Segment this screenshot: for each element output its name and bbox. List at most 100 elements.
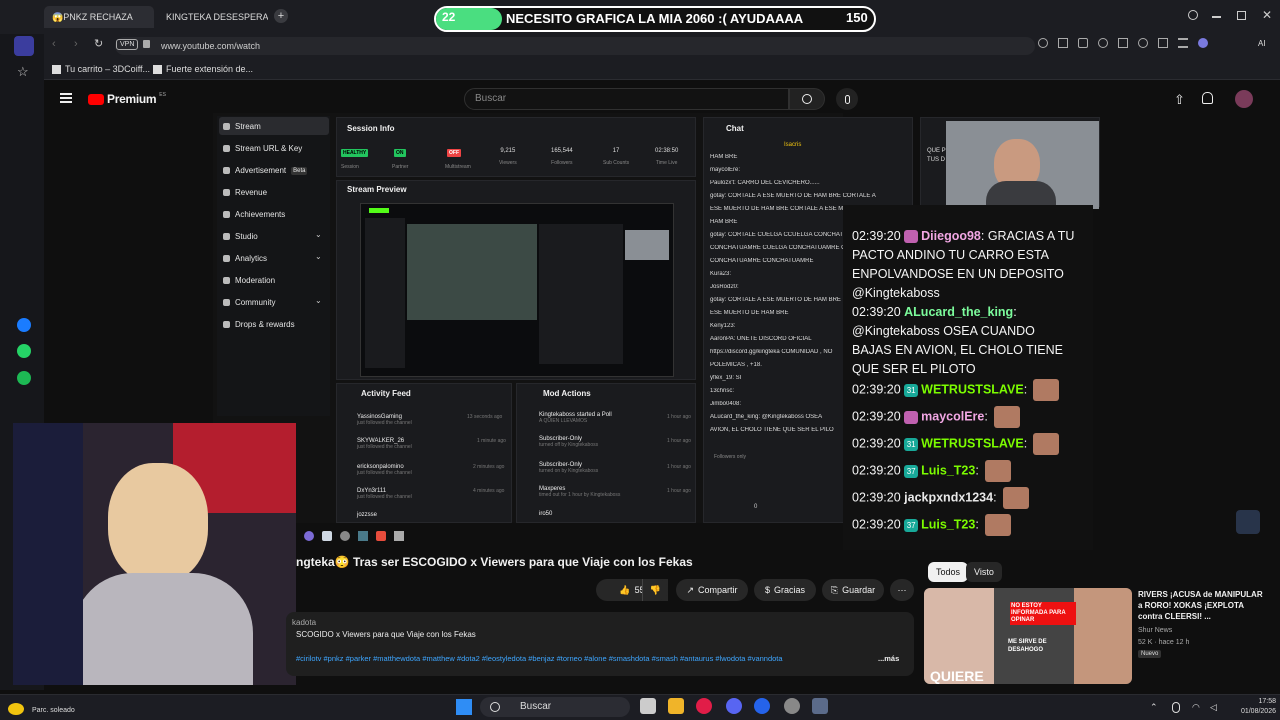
recommended-channel[interactable]: Shur News (1138, 627, 1172, 634)
discord-icon[interactable] (726, 698, 742, 714)
star-icon[interactable]: ☆ (17, 64, 29, 80)
search-icon (490, 702, 500, 712)
back-icon[interactable]: ‹ (52, 38, 56, 50)
shield-icon[interactable] (1098, 38, 1108, 48)
youtube-logo[interactable]: Premium ES (88, 92, 166, 106)
description-hashtags[interactable]: #cirilotv #pnkz #parker #matthewdota #ma… (296, 654, 874, 663)
chip-all[interactable]: Todos (928, 562, 969, 582)
task-view-icon[interactable] (640, 698, 656, 714)
taskbar-search[interactable]: Buscar (480, 697, 630, 717)
address-field[interactable]: www.youtube.com/watch (115, 37, 1035, 55)
maximize-icon[interactable] (1237, 11, 1246, 20)
extension-icon[interactable] (358, 531, 368, 541)
wifi-icon[interactable]: ◠ (1192, 702, 1200, 713)
chat-username[interactable]: maycolEre (921, 409, 984, 423)
extension-icon[interactable] (394, 531, 404, 541)
sidebar-item-studio[interactable]: Studio (223, 232, 258, 241)
play-icon[interactable] (1118, 38, 1128, 48)
whatsapp-icon[interactable] (17, 344, 31, 358)
extension-icon[interactable] (322, 531, 332, 541)
sidebar-item-analytics[interactable]: Analytics (223, 254, 267, 263)
sidebar-item-stream-url[interactable]: Stream URL & Key (223, 144, 302, 153)
tray-chevron-icon[interactable]: ⌃ (1150, 702, 1158, 713)
stream-preview-video[interactable] (360, 203, 674, 377)
sidebar-item-stream[interactable]: Stream (223, 122, 261, 131)
file-explorer-icon[interactable] (668, 698, 684, 714)
weather-icon[interactable] (8, 703, 24, 715)
edit-icon[interactable] (1058, 38, 1068, 48)
save-button[interactable]: ⎘ Guardar (822, 579, 884, 601)
big-chat-line: 02:39:20 37 Luis_T23: (852, 460, 1011, 482)
spotify-icon[interactable] (17, 371, 31, 385)
ai-label[interactable]: AI (1258, 39, 1266, 48)
opera-taskbar-icon[interactable] (696, 698, 712, 714)
sidebar-item-advertisement[interactable]: Advertisement Beta (223, 166, 308, 175)
floating-avatar-icon[interactable] (1236, 510, 1260, 534)
windows-start-icon[interactable] (456, 699, 472, 715)
clock-date[interactable]: 01/08/2026 (1228, 708, 1276, 715)
more-actions-button[interactable]: ⋯ (890, 579, 914, 601)
chat-username[interactable]: Diiegoo98 (921, 229, 981, 243)
chat-username[interactable]: ALucard_the_king (904, 305, 1013, 319)
download-icon[interactable] (1158, 38, 1168, 48)
volume-icon[interactable]: ◁ (1210, 702, 1217, 713)
camera-icon[interactable] (1078, 38, 1088, 48)
menu-icon[interactable] (1178, 38, 1188, 48)
app-icon[interactable] (754, 698, 770, 714)
new-tab-icon[interactable]: + (274, 9, 288, 23)
extension-icon[interactable] (340, 531, 350, 541)
weather-text[interactable]: Parc. soleado (32, 707, 75, 714)
chat-username[interactable]: Luis_T23 (921, 517, 975, 531)
chevron-down-icon[interactable]: ⌄ (315, 230, 322, 239)
hamburger-icon[interactable] (60, 93, 72, 103)
profile-icon[interactable] (1198, 38, 1208, 48)
chat-username[interactable]: WETRUSTSLAVE (921, 382, 1024, 396)
youtube-search-input[interactable]: Buscar (464, 88, 789, 110)
youtube-search-button[interactable] (789, 88, 825, 110)
avatar[interactable] (1235, 90, 1253, 108)
sidebar-item-moderation[interactable]: Moderation (223, 276, 275, 285)
chip-watched[interactable]: Visto (966, 562, 1002, 582)
minimize-icon[interactable] (1212, 16, 1221, 18)
upload-icon[interactable]: ⇧ (1174, 92, 1185, 108)
search-tabs-icon[interactable] (1188, 10, 1198, 20)
forward-icon[interactable]: › (74, 38, 78, 50)
bell-icon[interactable] (1202, 92, 1213, 104)
chat-username[interactable]: jackpxndx1234 (904, 490, 993, 504)
extension-icon[interactable] (376, 531, 386, 541)
messenger-icon[interactable] (17, 318, 31, 332)
zoom-icon[interactable] (1038, 38, 1048, 48)
dislike-button[interactable]: 👎 (642, 579, 668, 601)
reload-icon[interactable]: ↻ (94, 37, 103, 50)
bookmark-icon: ⎘ (830, 584, 839, 595)
extension-icon[interactable] (304, 531, 314, 541)
settings-icon[interactable] (812, 698, 828, 714)
share-button[interactable]: ↗ Compartir (676, 579, 748, 601)
recommended-thumbnail[interactable]: NO ESTOY INFORMADA PARA OPINAR ME SIRVE … (924, 588, 1132, 684)
bookmark-item[interactable]: Tu carrito – 3DCoiff... (52, 64, 150, 75)
bookmark-item[interactable]: Fuerte extensión de... (153, 64, 253, 75)
recommended-title[interactable]: RIVERS ¡ACUSA de MANIPULAR a RORO! XOKAS… (1138, 589, 1266, 622)
home-icon[interactable] (14, 36, 34, 56)
app-icon[interactable] (784, 698, 800, 714)
clock-time[interactable]: 17:58 (1228, 698, 1276, 705)
chevron-down-icon[interactable]: ⌄ (315, 252, 322, 261)
chat-username[interactable]: WETRUSTSLAVE (921, 436, 1024, 450)
video-description[interactable]: kadota SCOGIDO x Viewers para que Viaje … (286, 612, 914, 676)
browser-tab[interactable]: KINGTEKA DESESPERADO (158, 6, 268, 28)
sidebar-item-achievements[interactable]: Achievements (223, 210, 285, 219)
sidebar-item-drops[interactable]: Drops & rewards (223, 320, 295, 329)
microphone-icon[interactable] (1172, 702, 1180, 713)
chevron-down-icon[interactable]: ⌄ (315, 296, 322, 305)
heart-icon[interactable] (1138, 38, 1148, 48)
chat-emote-icon (1033, 379, 1060, 401)
vpn-badge[interactable]: VPN (116, 39, 139, 50)
sidebar-item-revenue[interactable]: Revenue (223, 188, 267, 197)
close-icon[interactable]: ✕ (1262, 8, 1272, 22)
description-more[interactable]: ...más (878, 654, 899, 663)
sidebar-item-community[interactable]: Community (223, 298, 275, 307)
voice-search-button[interactable] (836, 88, 858, 110)
browser-tab[interactable]: 😱PNKZ RECHAZA (44, 6, 154, 28)
chat-username[interactable]: Luis_T23 (921, 463, 975, 477)
thanks-button[interactable]: $ Gracias (754, 579, 816, 601)
